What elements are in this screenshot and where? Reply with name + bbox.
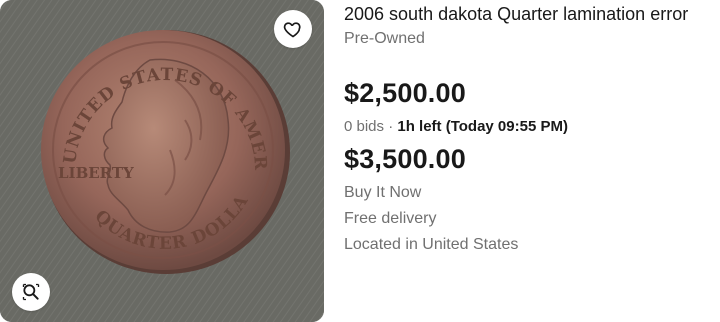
separator-dot: · <box>388 118 394 135</box>
bid-count: 0 bids <box>344 118 385 135</box>
coin-photo: UNITED STATES OF AMERICA QUARTER DOLLAR … <box>0 0 324 322</box>
listing-title[interactable]: 2006 south dakota Quarter lamination err… <box>344 4 688 25</box>
item-location: Located in United States <box>344 236 519 253</box>
bids-and-time: 0 bids · 1h left (Today 09:55 PM) <box>344 118 568 135</box>
coin-liberty-text: LIBERTY <box>58 164 134 182</box>
item-condition: Pre-Owned <box>344 30 425 47</box>
buying-format: Buy It Now <box>344 184 422 201</box>
zoom-button[interactable] <box>12 273 50 311</box>
heart-icon <box>283 22 301 38</box>
shipping-info: Free delivery <box>344 210 437 227</box>
listing-card: UNITED STATES OF AMERICA QUARTER DOLLAR … <box>0 0 720 322</box>
favorite-button[interactable] <box>274 10 312 48</box>
magnifier-icon <box>22 283 40 301</box>
current-bid-price: $2,500.00 <box>344 78 466 108</box>
buy-it-now-price: $3,500.00 <box>344 144 466 174</box>
listing-image[interactable]: UNITED STATES OF AMERICA QUARTER DOLLAR … <box>0 0 324 322</box>
time-left: 1h left (Today 09:55 PM) <box>397 118 568 135</box>
